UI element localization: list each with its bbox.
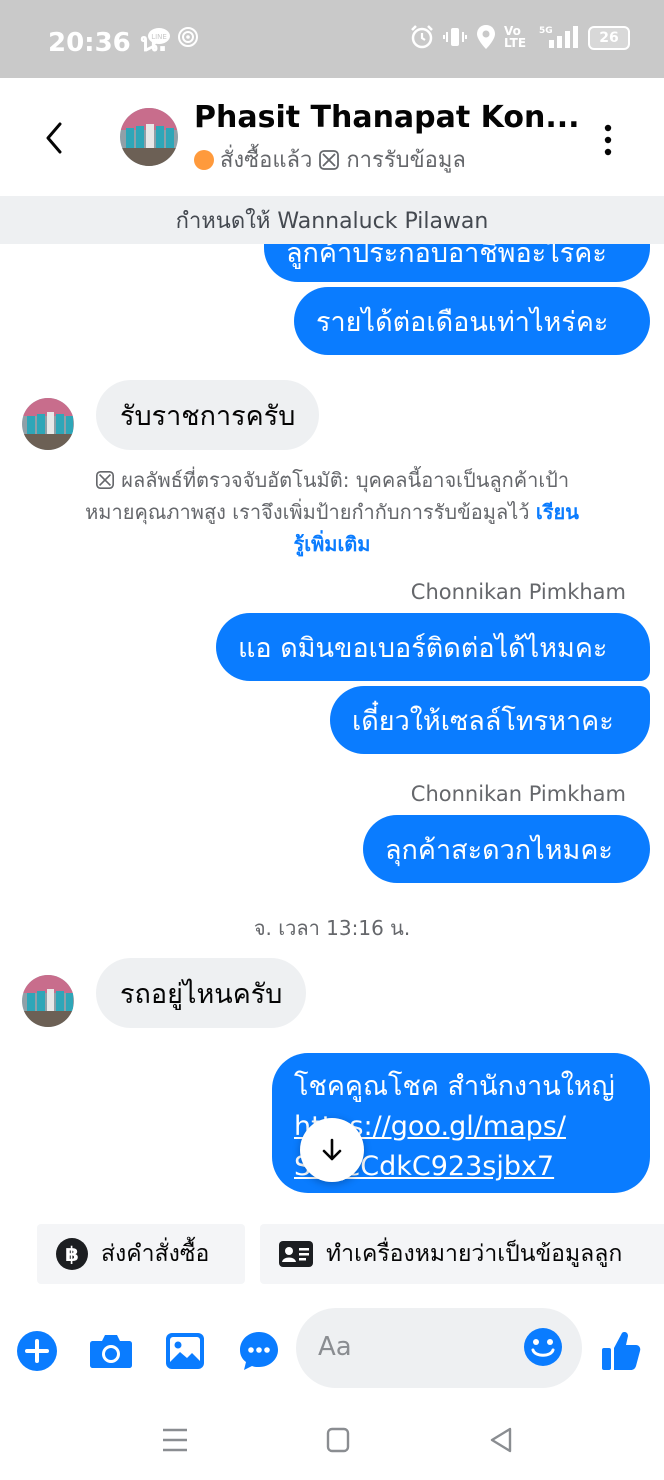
message-timestamp: จ. เวลา 13:16 น. [253, 916, 411, 940]
add-button[interactable] [14, 1328, 60, 1374]
location-icon [474, 22, 498, 52]
lead-tag-icon [95, 471, 114, 489]
sender-name: Chonnikan Pimkham [410, 580, 626, 604]
system-nav-bar [0, 1400, 664, 1480]
message-in[interactable]: รถอยู่ไหนครับ [96, 958, 307, 1028]
recent-apps-button[interactable] [155, 1422, 195, 1458]
tag-purchased: สั่งซื้อแล้ว [220, 148, 313, 173]
tag-info: การรับข้อมูล [346, 148, 466, 173]
chat-more-button[interactable] [236, 1328, 282, 1374]
vibrate-icon [442, 22, 468, 52]
mark-as-info-label: ทำเครื่องหมายว่าเป็นข้อมูลลูก [326, 1241, 623, 1267]
back-triangle-icon [490, 1427, 512, 1453]
back-nav-button[interactable] [482, 1422, 522, 1458]
link-title: โชคคูณโชค สำนักงานใหญ่ [294, 1071, 615, 1102]
more-options-button[interactable] [596, 120, 620, 160]
alarm-icon [408, 22, 436, 52]
menu-icon [163, 1428, 187, 1452]
svg-text:LINE: LINE [151, 33, 167, 41]
gallery-button[interactable] [162, 1328, 208, 1374]
scroll-to-bottom-button[interactable] [300, 1118, 364, 1182]
message-out[interactable]: แอ ดมินขอเบอร์ติดต่อได้ไหมคะ [216, 613, 650, 681]
emoji-button[interactable] [522, 1326, 564, 1368]
back-button[interactable] [36, 116, 76, 160]
volte-label: Vo LTE [504, 24, 527, 50]
svg-text:฿: ฿ [65, 1242, 79, 1266]
lead-tag-icon [319, 149, 340, 170]
signal-icon: 5G [536, 22, 582, 52]
message-input-placeholder: Aa [318, 1332, 352, 1362]
contact-name[interactable]: Phasit Thanapat Kon... [194, 100, 580, 135]
send-order-button[interactable]: ฿ ส่งคำสั่งซื้อ [37, 1224, 245, 1284]
like-button[interactable] [598, 1328, 644, 1374]
message-out[interactable]: ลุกค้าสะดวกไหมคะ [363, 815, 650, 883]
gallery-icon [166, 1333, 204, 1369]
sender-avatar[interactable] [22, 398, 74, 450]
status-bar: 20:36 น. LINE Vo LTE 5G 26 [0, 0, 664, 78]
home-button[interactable] [318, 1422, 358, 1458]
back-icon [46, 122, 62, 154]
contact-card-icon [279, 1241, 313, 1267]
battery-indicator: 26 [588, 26, 630, 50]
baht-icon: ฿ [56, 1238, 88, 1270]
arrow-down-icon [322, 1138, 342, 1161]
send-order-label: ส่งคำสั่งซื้อ [101, 1241, 210, 1267]
message-in[interactable]: รับราชการครับ [96, 380, 320, 450]
wifi-hotspot-icon [176, 22, 200, 52]
message-out[interactable]: รายได้ต่อเดือนเท่าไหร่คะ [294, 287, 650, 355]
sender-avatar[interactable] [22, 975, 74, 1027]
line-notification-icon: LINE [146, 22, 172, 52]
add-icon [17, 1331, 57, 1371]
chat-more-icon [240, 1332, 278, 1370]
notice-text: ผลลัพธ์ที่ตรวจจับอัตโนมัติ: บุคคลนี้อาจเ… [85, 468, 570, 524]
message-out[interactable]: ลูกค้าประกอบอาชีพอะไรคะ [264, 244, 650, 282]
assigned-to-bar[interactable]: กำหนดให้ Wannaluck Pilawan [0, 196, 664, 244]
emoji-icon [524, 1328, 562, 1366]
chat-header: Phasit Thanapat Kon... สั่งซื้อแล้ว การร… [0, 78, 664, 196]
message-out[interactable]: เดี๋ยวให้เซลล์โทรหาคะ [330, 686, 650, 754]
mark-as-info-button[interactable]: ทำเครื่องหมายว่าเป็นข้อมูลลูก [260, 1224, 664, 1284]
like-icon [602, 1332, 641, 1370]
contact-tags: สั่งซื้อแล้ว การรับข้อมูล [194, 142, 466, 177]
purchased-dot-icon [194, 149, 214, 170]
more-vert-icon [604, 124, 612, 156]
auto-label-notice: ผลลัพธ์ที่ตรวจจับอัตโนมัติ: บุคคลนี้อาจเ… [80, 464, 584, 560]
contact-avatar[interactable] [120, 108, 178, 166]
svg-text:5G: 5G [539, 26, 553, 36]
camera-button[interactable] [88, 1328, 134, 1374]
home-square-icon [326, 1427, 350, 1453]
sender-name: Chonnikan Pimkham [410, 782, 626, 806]
camera-icon [90, 1335, 132, 1368]
